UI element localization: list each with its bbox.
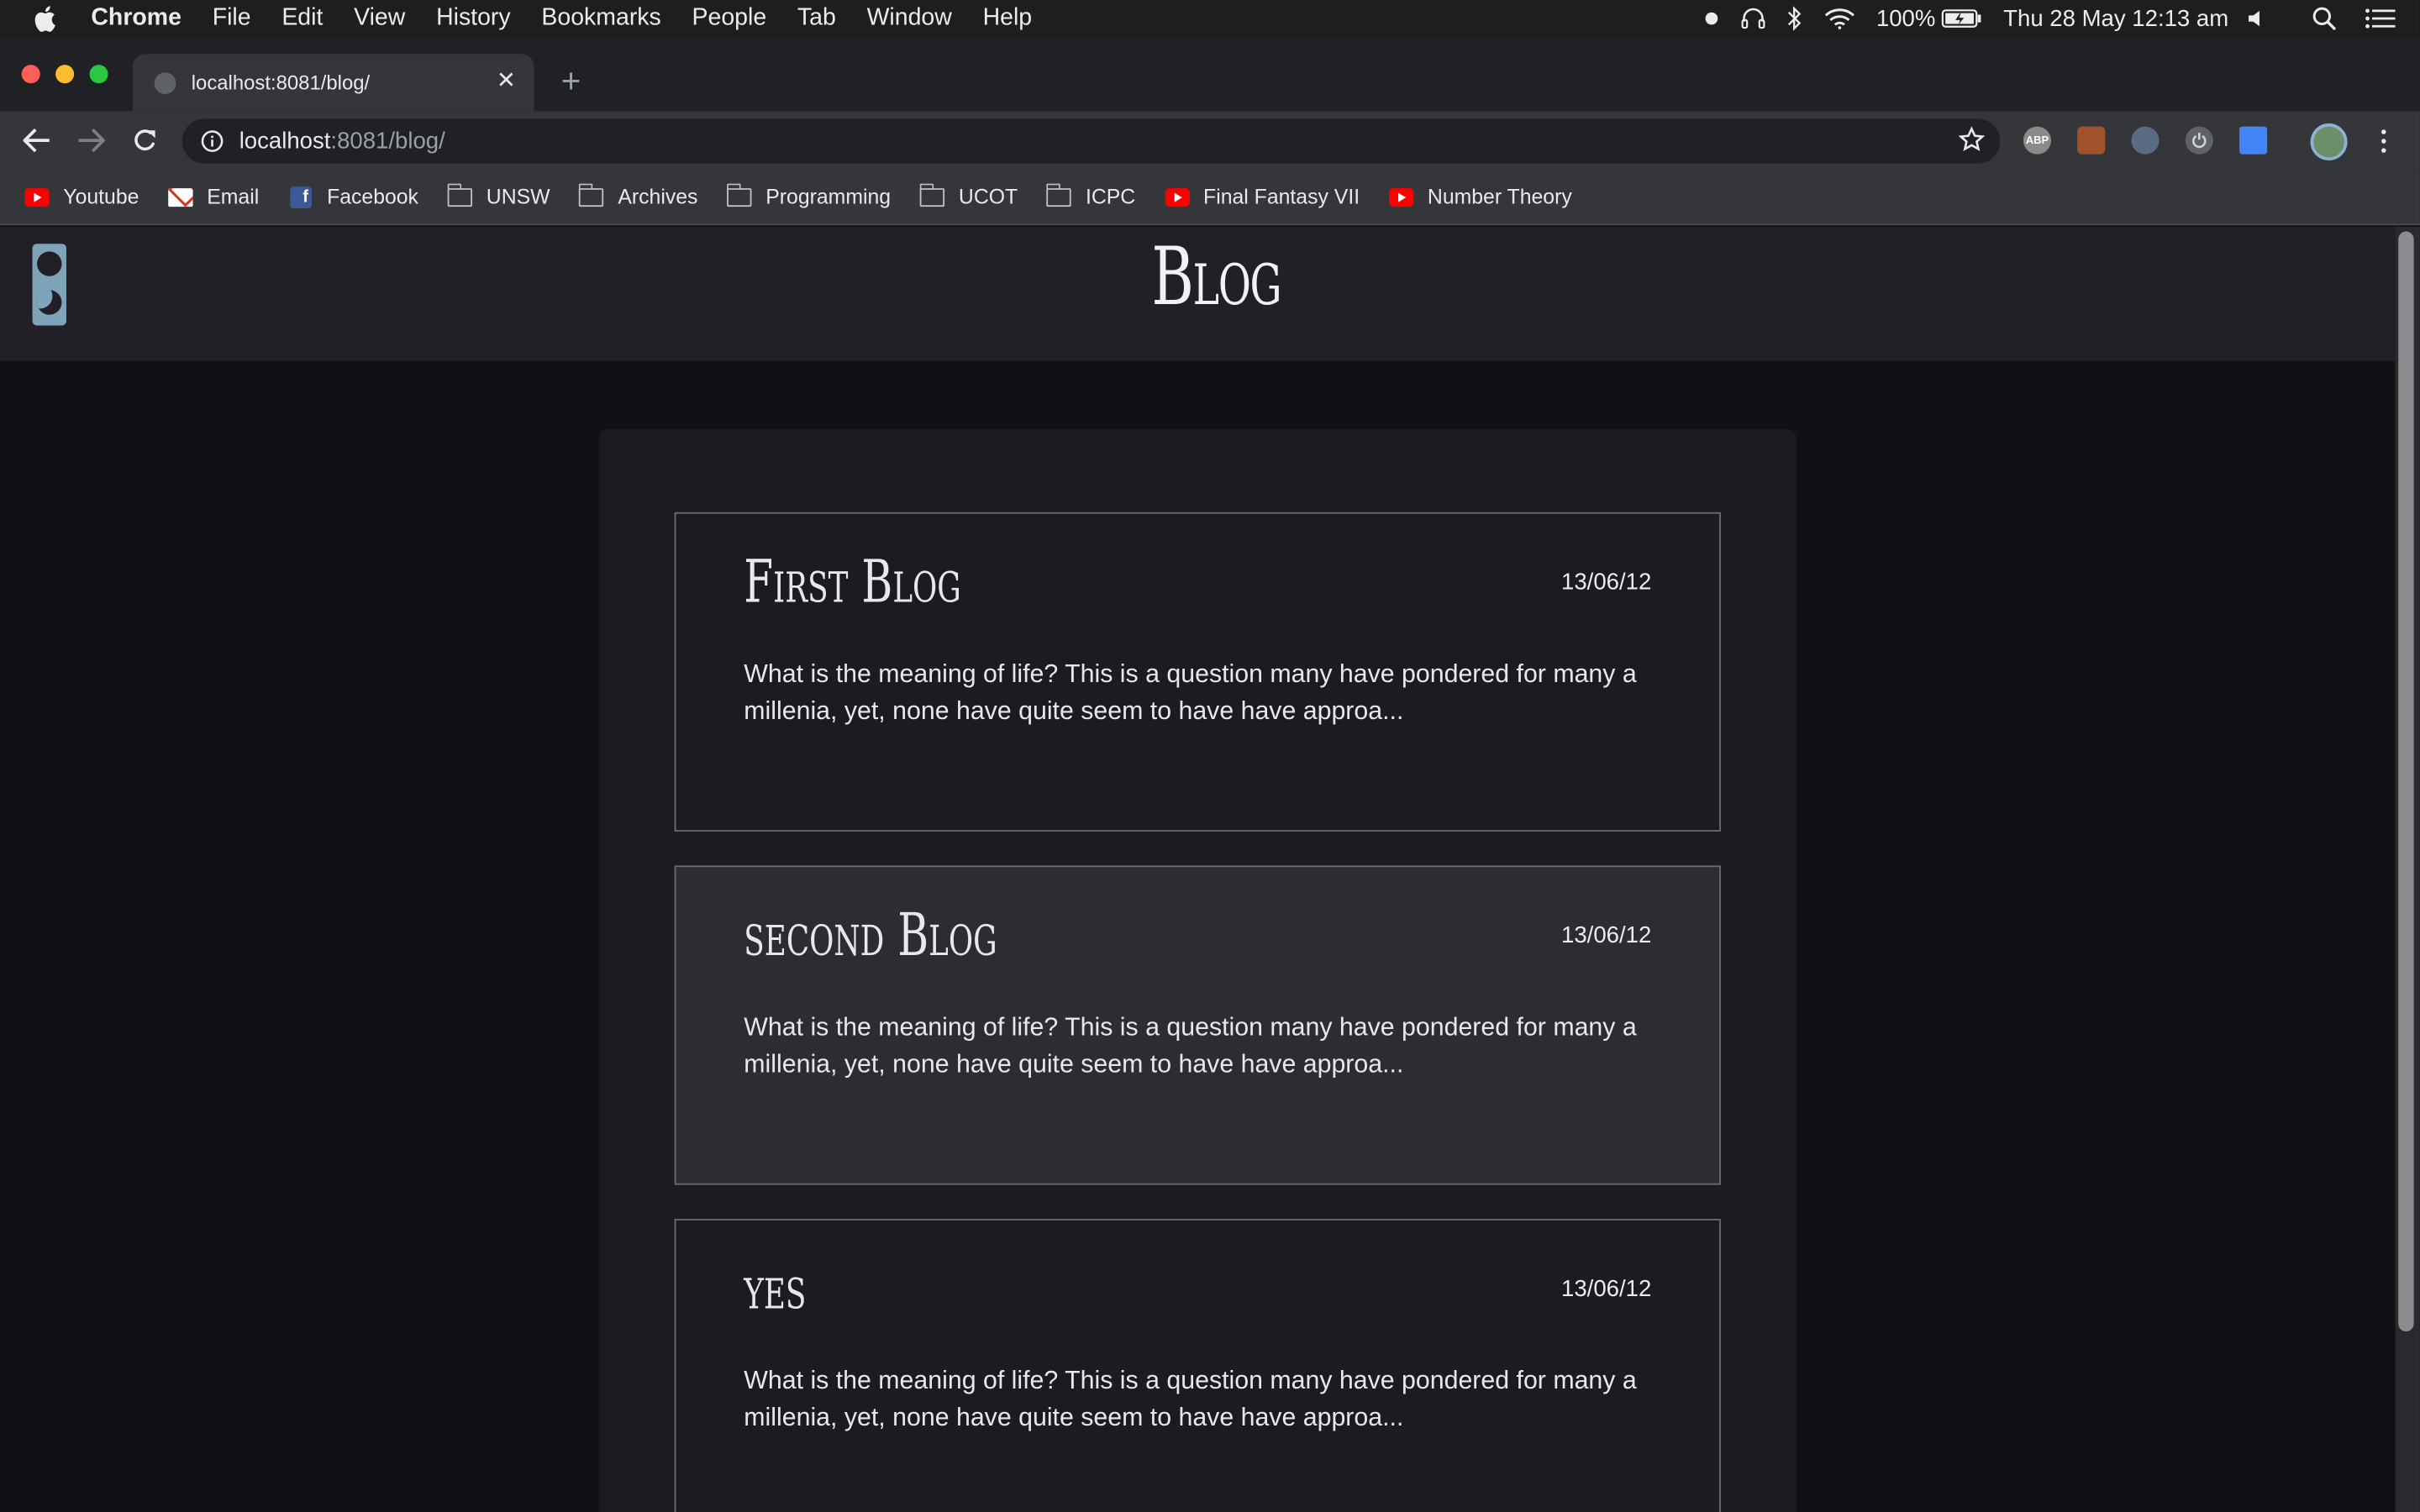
- google-translate-icon[interactable]: [2239, 126, 2268, 155]
- bookmark-final-fantasy[interactable]: Final Fantasy VII: [1165, 185, 1360, 208]
- folder-icon: [446, 182, 473, 207]
- notification-center-icon[interactable]: [2365, 0, 2396, 37]
- menu-history[interactable]: History: [436, 5, 511, 33]
- bookmark-folder-unsw[interactable]: UNSW: [446, 182, 550, 208]
- close-tab-icon[interactable]: ✕: [494, 68, 518, 96]
- youtube-icon: [1389, 186, 1414, 207]
- menu-edit[interactable]: Edit: [281, 5, 323, 33]
- bookmark-label: Archives: [618, 185, 698, 208]
- menu-bookmarks[interactable]: Bookmarks: [541, 5, 660, 33]
- gmail-icon: [168, 186, 193, 207]
- reload-button[interactable]: [128, 123, 161, 157]
- youtube-icon: [1165, 186, 1190, 207]
- menu-chrome[interactable]: Chrome: [91, 5, 182, 33]
- bookmark-label: Facebook: [327, 185, 418, 208]
- apple-menu-icon[interactable]: [34, 5, 61, 33]
- facebook-icon: f: [288, 186, 313, 208]
- moon-icon: [37, 290, 62, 315]
- post-date: 13/06/12: [1561, 922, 1652, 949]
- bookmark-label: ICPC: [1085, 185, 1136, 208]
- site-info-icon[interactable]: [201, 129, 224, 153]
- bookmark-folder-archives[interactable]: Archives: [578, 182, 698, 208]
- folder-icon: [919, 182, 945, 207]
- blog-post-card[interactable]: First Blog 13/06/12 What is the meaning …: [674, 512, 1721, 832]
- spy-extension-icon[interactable]: [2131, 126, 2160, 155]
- bluetooth-icon[interactable]: [1786, 0, 1802, 37]
- sun-dot-icon: [37, 251, 62, 276]
- blog-post-card[interactable]: yes 13/06/12 What is the meaning of life…: [674, 1218, 1721, 1512]
- battery-percent: 100%: [1876, 5, 1936, 32]
- menubar-clock[interactable]: Thu 28 May 12:13 am: [2003, 5, 2228, 31]
- url-path: :8081/blog/: [330, 128, 445, 155]
- globe-icon: [154, 71, 176, 94]
- scrollbar-thumb[interactable]: [2398, 231, 2414, 1332]
- bookmark-label: UNSW: [486, 185, 550, 208]
- folder-icon: [1046, 182, 1072, 207]
- post-excerpt: What is the meaning of life? This is a q…: [744, 660, 1637, 726]
- post-title[interactable]: First Blog: [744, 548, 961, 616]
- post-excerpt: What is the meaning of life? This is a q…: [744, 1013, 1637, 1079]
- close-window-button[interactable]: [21, 65, 40, 84]
- menu-help[interactable]: Help: [983, 5, 1033, 33]
- post-title[interactable]: yes: [744, 1254, 806, 1322]
- adblock-extension-icon[interactable]: ABP: [2023, 126, 2051, 155]
- menu-view[interactable]: View: [354, 5, 405, 33]
- post-date: 13/06/12: [1561, 569, 1652, 596]
- bookmark-label: Programming: [765, 185, 892, 208]
- zoom-window-button[interactable]: [89, 65, 108, 84]
- wifi-icon[interactable]: [1823, 0, 1854, 37]
- bookmark-label: Number Theory: [1427, 185, 1572, 208]
- back-button[interactable]: [20, 123, 54, 157]
- bookmark-youtube[interactable]: Youtube: [24, 185, 139, 208]
- headphones-icon[interactable]: [1740, 0, 1765, 37]
- bookmarks-bar: Youtube Email f Facebook UNSW Archives P…: [0, 170, 2420, 226]
- battery-charging-icon[interactable]: [1941, 0, 1982, 37]
- bookmark-folder-icpc[interactable]: ICPC: [1046, 182, 1136, 208]
- profile-avatar[interactable]: [2310, 123, 2348, 161]
- url-host: localhost: [239, 128, 331, 155]
- power-extension-icon[interactable]: [2185, 126, 2213, 155]
- theme-toggle-button[interactable]: [32, 244, 66, 326]
- menu-window[interactable]: Window: [867, 5, 952, 33]
- bookmark-label: Email: [207, 185, 260, 208]
- bookmark-number-theory[interactable]: Number Theory: [1389, 185, 1572, 208]
- character-extension-icon[interactable]: [2077, 126, 2106, 155]
- menu-people[interactable]: People: [692, 5, 767, 33]
- tab-title: localhost:8081/blog/: [191, 71, 371, 95]
- page-title: Blog: [1151, 231, 1281, 324]
- post-excerpt: What is the meaning of life? This is a q…: [744, 1367, 1637, 1432]
- browser-tab[interactable]: localhost:8081/blog/ ✕: [132, 54, 534, 112]
- macos-menu-bar: Chrome File Edit View History Bookmarks …: [0, 0, 2420, 38]
- minimize-window-button[interactable]: [55, 65, 75, 84]
- new-tab-button[interactable]: +: [555, 64, 587, 98]
- bookmark-label: Final Fantasy VII: [1203, 185, 1360, 208]
- status-area: 100% Thu 28 May 12:13 am: [1703, 0, 2420, 37]
- address-bar[interactable]: localhost:8081/blog/: [182, 118, 2001, 164]
- bookmark-label: Youtube: [63, 185, 139, 208]
- folder-icon: [578, 182, 604, 207]
- post-date: 13/06/12: [1561, 1275, 1652, 1303]
- bookmark-email[interactable]: Email: [168, 185, 259, 208]
- bookmark-star-icon[interactable]: [1958, 126, 1985, 153]
- folder-icon: [726, 182, 752, 207]
- spotlight-search-icon[interactable]: [2312, 0, 2337, 37]
- bookmark-label: UCOT: [958, 185, 1018, 208]
- youtube-icon: [24, 186, 50, 207]
- blog-post-card[interactable]: second Blog 13/06/12 What is the meaning…: [674, 865, 1721, 1185]
- bookmark-facebook[interactable]: f Facebook: [288, 185, 418, 208]
- recording-dot-icon[interactable]: [1703, 0, 1718, 37]
- chrome-menu-icon[interactable]: [2370, 123, 2395, 157]
- bookmark-folder-ucot[interactable]: UCOT: [919, 182, 1018, 208]
- forward-button[interactable]: [74, 123, 108, 157]
- volume-icon[interactable]: [2247, 0, 2265, 37]
- menu-tab[interactable]: Tab: [797, 5, 836, 33]
- post-title[interactable]: second Blog: [744, 901, 997, 969]
- bookmark-folder-programming[interactable]: Programming: [726, 182, 892, 208]
- menu-file[interactable]: File: [213, 5, 251, 33]
